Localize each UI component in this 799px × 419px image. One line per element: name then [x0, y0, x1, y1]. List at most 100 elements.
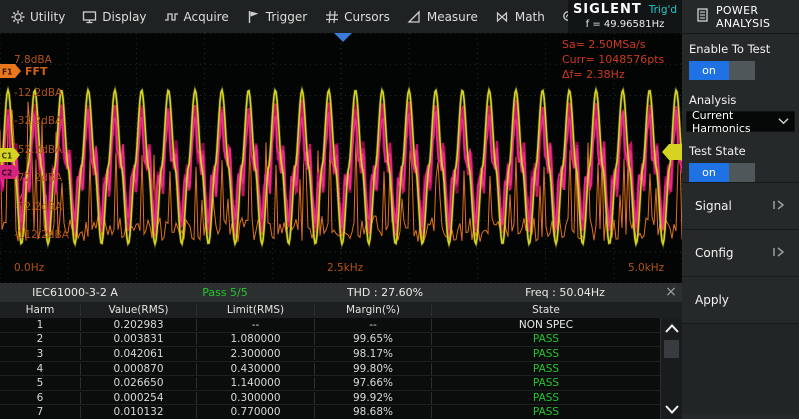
freq-axis-label: 2.5kHz — [327, 262, 364, 274]
menu-item-label: Acquire — [184, 10, 229, 24]
test-state-toggle[interactable]: on — [689, 163, 755, 182]
menu-items: Utility Display Acquire Trigger Cursors Measu… — [0, 0, 631, 33]
menu-item-measure[interactable]: Measure — [407, 9, 478, 24]
table-cell: 0.430000 — [196, 363, 314, 375]
math-icon — [495, 9, 510, 24]
measure-icon — [407, 9, 422, 24]
fft-scale-label: -92.2dBA — [14, 201, 63, 213]
fft-scale-label: -32.2dBA — [14, 115, 63, 127]
brand-block: SIGLENT Trig'd f = 49.96581Hz — [568, 0, 682, 33]
fft-channel-marker[interactable]: F1 — [0, 64, 21, 78]
table-cell: 0.003831 — [80, 333, 196, 345]
panel-title: POWER ANALYSIS — [716, 4, 799, 30]
table-cell: 3 — [0, 348, 80, 360]
standard-label: IEC61000-3-2 A — [0, 286, 150, 299]
table-cell: 99.80% — [314, 363, 431, 375]
submenu-arrow-icon — [770, 199, 786, 214]
harmonics-table: IEC61000-3-2 A Pass 5/5 THD : 27.60% Fre… — [0, 283, 682, 419]
trigger-frequency: f = 49.96581Hz — [586, 19, 665, 30]
sidebar-item-apply[interactable]: Apply — [682, 276, 799, 323]
scroll-up-icon[interactable] — [661, 320, 683, 336]
table-cell: PASS — [431, 333, 660, 345]
menu-item-acquire[interactable]: Acquire — [164, 9, 229, 24]
toggle-on-state: on — [689, 163, 729, 182]
gear-icon — [10, 9, 25, 24]
scrollbar-thumb[interactable] — [664, 340, 679, 358]
acquire-icon — [164, 9, 179, 24]
table-cell: 2 — [0, 333, 80, 345]
thd-readout: THD : 27.60% — [300, 286, 470, 299]
sidebar-item-label: Apply — [695, 293, 729, 307]
waveform-area: 7.8dBA FFT -12.2dBA -32.2dBA -52.2dBA -7… — [0, 33, 682, 283]
table-header-row: Harm Value(RMS) Limit(RMS) Margin(%) Sta… — [0, 302, 682, 318]
table-cell: 98.17% — [314, 348, 431, 360]
menu-item-label: Trigger — [266, 10, 307, 24]
menu-item-label: Utility — [30, 10, 65, 24]
svg-text:F1: F1 — [2, 68, 12, 77]
table-cell: 0.202983 — [80, 319, 196, 331]
sidebar-item-config[interactable]: Config — [682, 229, 799, 276]
table-row: 20.0038311.08000099.65%PASS — [0, 332, 682, 347]
fft-scale-label: -72.2dBA — [14, 172, 63, 184]
table-row: 60.0002540.30000099.92%PASS — [0, 390, 682, 405]
panel-header: POWER ANALYSIS — [682, 0, 799, 34]
toggle-on-state: on — [689, 61, 729, 80]
freq-readout: Freq : 50.04Hz — [470, 286, 660, 299]
close-icon[interactable]: × — [660, 283, 682, 302]
menu-item-trigger[interactable]: Trigger — [246, 9, 307, 24]
freq-axis-label: 5.0kHz — [628, 262, 665, 274]
column-header: Harm — [0, 304, 80, 316]
table-cell: PASS — [431, 392, 660, 404]
menu-item-cursors[interactable]: Cursors — [324, 9, 390, 24]
menu-item-display[interactable]: Display — [82, 9, 146, 24]
delta-f-readout: Δf= 2.38Hz — [562, 68, 625, 81]
table-cell: PASS — [431, 348, 660, 360]
table-cell: 0.770000 — [196, 406, 314, 418]
table-cell: PASS — [431, 406, 660, 418]
enable-to-test-toggle[interactable]: on — [689, 61, 755, 80]
chevron-down-icon — [778, 115, 789, 128]
column-header: Value(RMS) — [80, 304, 196, 316]
table-cell: -- — [196, 319, 314, 331]
table-cell: 5 — [0, 377, 80, 389]
menu-item-label: Cursors — [344, 10, 390, 24]
menu-item-math[interactable]: Math — [495, 9, 545, 24]
menu-item-label: Measure — [427, 10, 478, 24]
table-row: 40.0008700.43000099.80%PASS — [0, 361, 682, 376]
trigger-status: Trig'd — [649, 5, 677, 17]
trigger-flag-icon — [246, 9, 261, 24]
display-icon — [82, 9, 97, 24]
table-body: 10.202983----NON SPEC20.0038311.08000099… — [0, 318, 682, 419]
table-cell: 0.300000 — [196, 392, 314, 404]
table-cell: 0.010132 — [80, 406, 196, 418]
table-cell: -- — [314, 319, 431, 331]
table-row: 50.0266501.14000097.66%PASS — [0, 375, 682, 390]
table-title-bar: IEC61000-3-2 A Pass 5/5 THD : 27.60% Fre… — [0, 283, 682, 302]
column-header: Margin(%) — [314, 304, 431, 316]
svg-text:C1: C1 — [2, 152, 13, 161]
trigger-position-marker[interactable] — [334, 33, 352, 42]
table-row: 70.0101320.77000098.68%PASS — [0, 404, 682, 419]
table-cell: 97.66% — [314, 377, 431, 389]
table-cell: 0.000254 — [80, 392, 196, 404]
table-cell: 1.080000 — [196, 333, 314, 345]
table-cell: 6 — [0, 392, 80, 404]
menu-item-utility[interactable]: Utility — [10, 9, 65, 24]
sidebar-item-signal[interactable]: Signal — [682, 182, 799, 229]
menu-item-label: Math — [515, 10, 545, 24]
table-cell: 1.140000 — [196, 377, 314, 389]
analysis-dropdown[interactable]: Current Harmonics — [686, 111, 795, 132]
menu-item-label: Display — [102, 10, 146, 24]
table-cell: 99.92% — [314, 392, 431, 404]
table-cell: 7 — [0, 406, 80, 418]
freq-axis-label: 0.0Hz — [14, 262, 45, 274]
submenu-arrow-icon — [770, 246, 786, 261]
table-row: 30.0420612.30000098.17%PASS — [0, 346, 682, 361]
sample-rate-readout: Sa= 2.50MSa/s — [562, 38, 646, 51]
column-header: State — [431, 304, 660, 316]
cursors-icon — [324, 9, 339, 24]
table-cell: 1 — [0, 319, 80, 331]
scroll-down-icon[interactable] — [661, 401, 683, 417]
waveform-display[interactable]: 7.8dBA FFT -12.2dBA -32.2dBA -52.2dBA -7… — [0, 33, 682, 283]
memory-points-readout: Curr= 1048576pts — [562, 53, 665, 66]
